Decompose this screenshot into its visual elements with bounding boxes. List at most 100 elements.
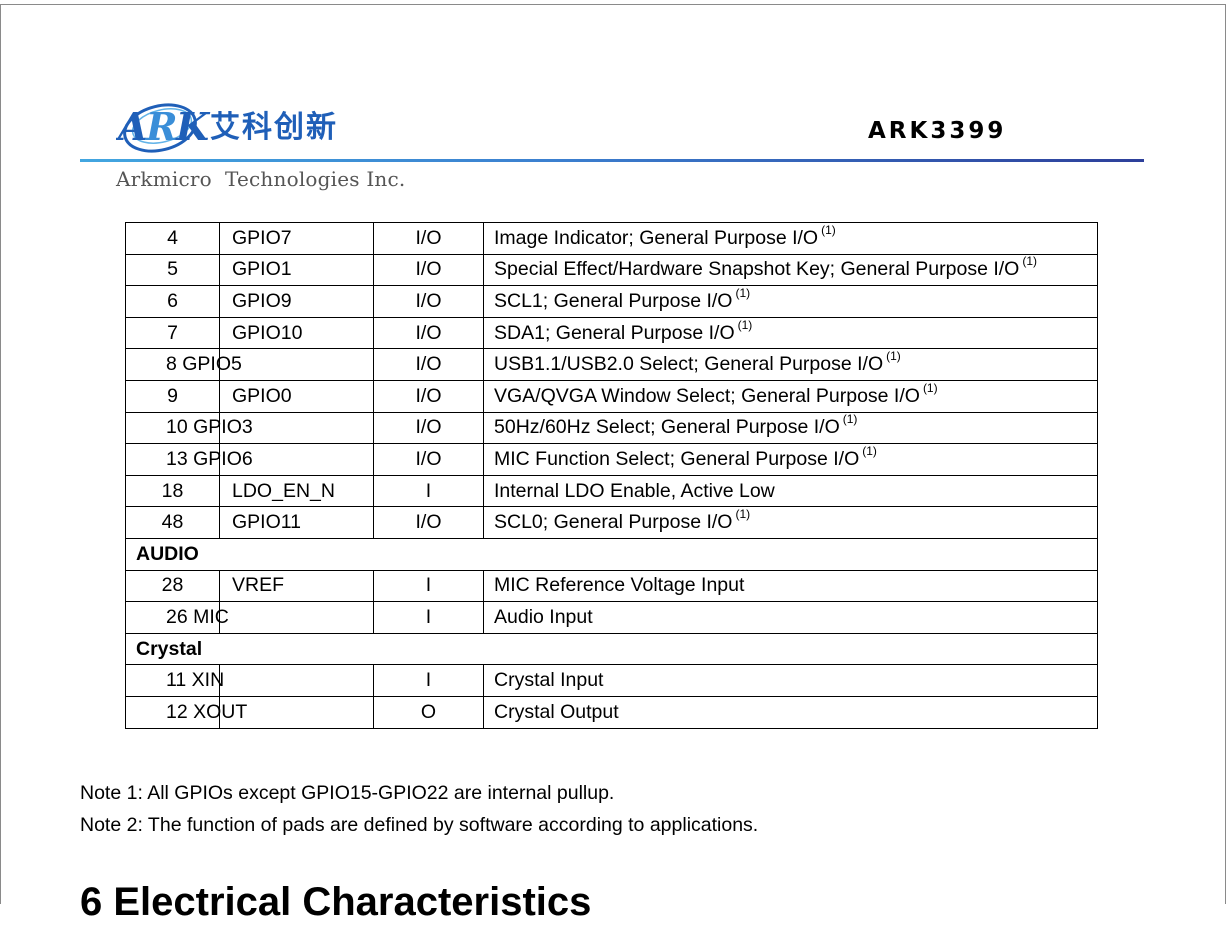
pin-type: I xyxy=(373,474,484,508)
table-row: 18 LDO_EN_N I Internal LDO Enable, Active L… xyxy=(125,474,1098,508)
svg-text:R: R xyxy=(145,104,178,149)
pin-number: 48 xyxy=(125,506,220,539)
header-rule xyxy=(80,159,1144,162)
pin-description-table: 4 GPIO7 I/O Image Indicator; General Purpos… xyxy=(125,222,1098,729)
table-row: 10 GPIO3 I/O 50Hz/60Hz Select; General Pur… xyxy=(125,411,1098,445)
pin-type: I/O xyxy=(373,506,484,539)
pin-type: I/O xyxy=(373,285,484,318)
pin-description: Special Effect/Hardware Snapshot Key; Ge… xyxy=(483,253,1098,287)
note-1: Note 1: All GPIOs except GPIO15-GPIO22 a… xyxy=(80,782,615,804)
section-row: Crystal xyxy=(125,632,1098,666)
pin-description-text: VGA/QVGA Window Select; General Purpose … xyxy=(494,384,920,407)
pin-type: I/O xyxy=(373,222,484,255)
footnote-marker: (1) xyxy=(922,380,938,395)
pin-type: I/O xyxy=(373,253,484,287)
pin-type: I/O xyxy=(373,348,484,381)
pin-type: I/O xyxy=(373,316,484,350)
pin-description-text: MIC Reference Voltage Input xyxy=(494,574,745,597)
table-row: 28 VREF I MIC Reference Voltage Input xyxy=(125,569,1098,603)
table-row: 13 GPIO6 I/O MIC Function Select; General … xyxy=(125,443,1098,476)
footnote-marker: (1) xyxy=(735,507,751,522)
pin-description: SDA1; General Purpose I/O (1) xyxy=(483,316,1098,350)
pin-type: I xyxy=(373,601,484,634)
footnote-marker: (1) xyxy=(1022,254,1038,269)
table-row: 4 GPIO7 I/O Image Indicator; General Purpos… xyxy=(125,222,1098,255)
ark-logo: A R K 艾科创新 xyxy=(116,96,386,160)
note-2: Note 2: The function of pads are defined… xyxy=(80,814,759,836)
pin-description: VGA/QVGA Window Select; General Purpose … xyxy=(483,379,1098,413)
pin-description: SCL1; General Purpose I/O (1) xyxy=(483,285,1098,318)
pin-description: MIC Reference Voltage Input xyxy=(483,569,1098,603)
pin-name: LDO_EN_N xyxy=(219,474,374,508)
pin-type: I/O xyxy=(373,411,484,445)
pin-number-and-name: 11 XIN xyxy=(125,664,374,697)
cell-divider xyxy=(219,602,220,633)
pin-name: GPIO1 xyxy=(219,253,374,287)
table-row: 9 GPIO0 I/O VGA/QVGA Window Select; General… xyxy=(125,379,1098,413)
pin-type: I xyxy=(373,664,484,697)
pin-description-text: Audio Input xyxy=(494,605,593,628)
table-row: 12 XOUT O Crystal Output xyxy=(125,695,1098,729)
pin-description-text: USB1.1/USB2.0 Select; General Purpose I/… xyxy=(494,353,884,376)
pin-number: 9 xyxy=(125,379,220,413)
footnote-marker: (1) xyxy=(737,317,753,332)
cell-divider xyxy=(219,696,220,728)
footnote-marker: (1) xyxy=(842,412,858,427)
pin-name: GPIO9 xyxy=(219,285,374,318)
table-row: 6 GPIO9 I/O SCL1; General Purpose I/O (1) xyxy=(125,285,1098,318)
cell-divider xyxy=(219,665,220,696)
pin-description-text: SCL0; General Purpose I/O xyxy=(494,511,733,534)
pin-description-text: SCL1; General Purpose I/O xyxy=(494,289,733,312)
pin-description-text: Crystal Output xyxy=(494,700,619,723)
document-code: ARK3399 xyxy=(868,118,1007,144)
section-label: Crystal xyxy=(125,632,1098,666)
pin-description: USB1.1/USB2.0 Select; General Purpose I/… xyxy=(483,348,1098,381)
pin-number-and-name: 10 GPIO3 xyxy=(125,411,374,445)
pin-name: VREF xyxy=(219,569,374,603)
pin-description-text: Crystal Input xyxy=(494,669,604,692)
pin-number: 6 xyxy=(125,285,220,318)
pin-description-text: Image Indicator; General Purpose I/O xyxy=(494,226,819,249)
pin-name: GPIO10 xyxy=(219,316,374,350)
pin-type: I/O xyxy=(373,443,484,476)
cell-divider xyxy=(219,444,220,475)
pin-name: GPIO0 xyxy=(219,379,374,413)
pin-description: Image Indicator; General Purpose I/O (1) xyxy=(483,222,1098,255)
svg-text:A: A xyxy=(116,104,147,149)
footnote-marker: (1) xyxy=(862,443,877,458)
section-label: AUDIO xyxy=(125,537,1098,571)
pin-type: O xyxy=(373,695,484,729)
pin-number: 7 xyxy=(125,316,220,350)
footnote-marker: (1) xyxy=(821,222,836,237)
pin-number: 4 xyxy=(125,222,220,255)
pin-description: SCL0; General Purpose I/O (1) xyxy=(483,506,1098,539)
table-row: 48 GPIO11 I/O SCL0; General Purpose I/O (1) xyxy=(125,506,1098,539)
pin-number-and-name: 12 XOUT xyxy=(125,695,374,729)
footnote-marker: (1) xyxy=(735,285,751,300)
pin-type: I xyxy=(373,569,484,603)
table-row: 8 GPIO5 I/O USB1.1/USB2.0 Select; General … xyxy=(125,348,1098,381)
pin-number: 28 xyxy=(125,569,220,603)
section-row: AUDIO xyxy=(125,537,1098,571)
company-name: Arkmicro Technologies Inc. xyxy=(116,167,406,191)
pin-number: 5 xyxy=(125,253,220,287)
pin-description-text: MIC Function Select; General Purpose I/O xyxy=(494,447,860,470)
pin-description-text: SDA1; General Purpose I/O xyxy=(494,321,735,344)
table-row: 26 MIC I Audio Input xyxy=(125,601,1098,634)
table-row: 11 XIN I Crystal Input xyxy=(125,664,1098,697)
pin-description: Internal LDO Enable, Active Low xyxy=(483,474,1098,508)
pin-table-body: 4 GPIO7 I/O Image Indicator; General Purpos… xyxy=(125,222,1098,729)
svg-text:K: K xyxy=(175,104,211,149)
footnote-marker: (1) xyxy=(886,349,901,364)
pin-number-and-name: 8 GPIO5 xyxy=(125,348,374,381)
pin-description-text: Internal LDO Enable, Active Low xyxy=(494,479,775,502)
cell-divider xyxy=(219,412,220,444)
cell-divider xyxy=(219,349,220,380)
pin-number-and-name: 13 GPIO6 xyxy=(125,443,374,476)
table-row: 7 GPIO10 I/O SDA1; General Purpose I/O (1) xyxy=(125,316,1098,350)
svg-text:艾科创新: 艾科创新 xyxy=(210,110,338,145)
pin-description: MIC Function Select; General Purpose I/O… xyxy=(483,443,1098,476)
pin-number-and-name: 26 MIC xyxy=(125,601,374,634)
pin-description: Audio Input xyxy=(483,601,1098,634)
pin-description: Crystal Output xyxy=(483,695,1098,729)
